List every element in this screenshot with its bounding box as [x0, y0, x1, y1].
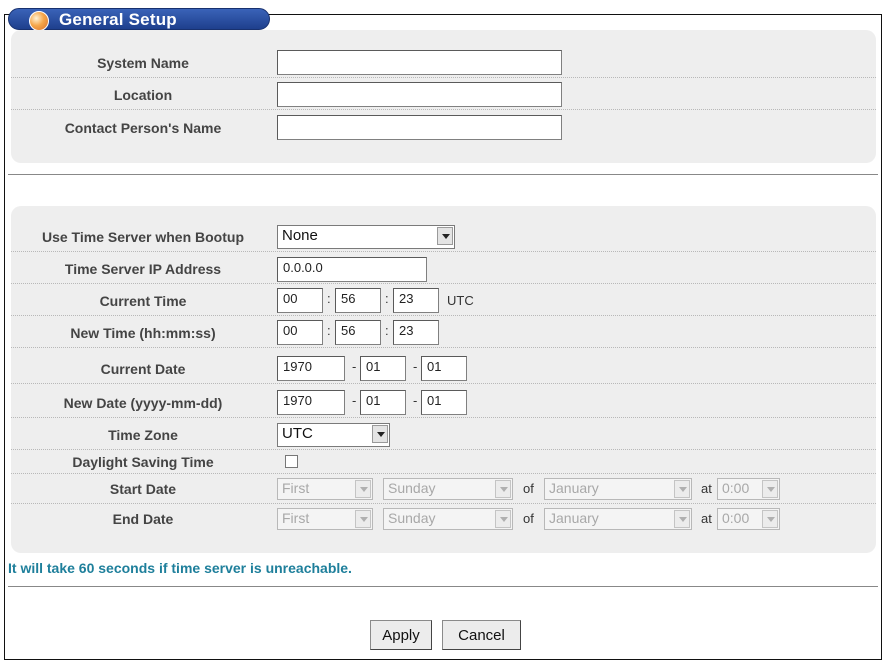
end-day-select[interactable]: Sunday: [383, 508, 513, 530]
current-date-yyyy[interactable]: 1970: [277, 356, 345, 381]
apply-button[interactable]: Apply: [370, 620, 432, 650]
colon-separator: :: [385, 291, 389, 306]
chevron-down-icon: [355, 480, 371, 498]
chevron-down-icon: [355, 510, 371, 528]
current-time-row: Current Time 00 : 56 : 23 UTC: [11, 286, 876, 316]
new-date-mm[interactable]: 01: [360, 390, 406, 415]
new-time-row: New Time (hh:mm:ss) 00 : 56 : 23: [11, 318, 876, 348]
time-server-ip-row: Time Server IP Address 0.0.0.0: [11, 254, 876, 284]
end-date-row: End Date First Sunday of January at 0:00: [11, 504, 876, 534]
end-time-value: 0:00: [722, 510, 750, 526]
dst-checkbox[interactable]: [285, 455, 298, 468]
end-month-select[interactable]: January: [544, 508, 692, 530]
contact-row: Contact Person's Name: [11, 113, 876, 143]
new-date-yyyy[interactable]: 1970: [277, 390, 345, 415]
current-date-label: Current Date: [100, 361, 186, 377]
at-text: at: [701, 481, 712, 496]
time-server-value: None: [282, 227, 318, 244]
end-time-select[interactable]: 0:00: [717, 508, 780, 530]
current-date-dd[interactable]: 01: [421, 356, 467, 381]
dash-separator: -: [352, 393, 357, 408]
dst-row: Daylight Saving Time: [11, 450, 876, 474]
chevron-down-icon: [762, 480, 778, 498]
divider: [8, 174, 878, 175]
of-text: of: [523, 511, 534, 526]
colon-separator: :: [327, 291, 331, 306]
location-field[interactable]: [277, 82, 562, 107]
time-zone-value: UTC: [282, 425, 313, 442]
new-time-hh[interactable]: 00: [277, 320, 323, 345]
system-name-label: System Name: [97, 55, 189, 71]
colon-separator: :: [327, 323, 331, 338]
time-server-label: Use Time Server when Bootup: [41, 229, 244, 245]
start-time-value: 0:00: [722, 480, 750, 496]
contact-field[interactable]: [277, 115, 562, 140]
start-date-row: Start Date First Sunday of January at 0:…: [11, 474, 876, 504]
at-text: at: [701, 511, 712, 526]
colon-separator: :: [385, 323, 389, 338]
current-date-mm[interactable]: 01: [360, 356, 406, 381]
time-server-note: It will take 60 seconds if time server i…: [8, 560, 352, 576]
end-month-value: January: [549, 510, 599, 526]
end-week-value: First: [282, 510, 310, 526]
general-panel: System Name Location Contact Person's Na…: [11, 30, 876, 163]
orb-icon: [29, 11, 49, 31]
previous-content-cutoff: [0, 0, 887, 6]
new-time-ss[interactable]: 23: [393, 320, 439, 345]
system-name-field[interactable]: [277, 50, 562, 75]
chevron-down-icon: [674, 510, 690, 528]
chevron-down-icon: [437, 227, 453, 245]
chevron-down-icon: [495, 480, 511, 498]
time-server-ip-label: Time Server IP Address: [64, 261, 222, 277]
current-date-row: Current Date 1970 - 01 - 01: [11, 354, 876, 384]
start-week-select[interactable]: First: [277, 478, 373, 500]
current-time-ss[interactable]: 23: [393, 288, 439, 313]
contact-label: Contact Person's Name: [64, 120, 222, 136]
chevron-down-icon: [762, 510, 778, 528]
dash-separator: -: [413, 359, 418, 374]
divider: [8, 586, 878, 587]
location-row: Location: [11, 80, 876, 110]
system-name-row: System Name: [11, 48, 876, 78]
start-month-select[interactable]: January: [544, 478, 692, 500]
time-server-select[interactable]: None: [277, 225, 455, 249]
cancel-button[interactable]: Cancel: [442, 620, 521, 650]
page-title: General Setup: [59, 10, 177, 29]
current-time-hh[interactable]: 00: [277, 288, 323, 313]
new-date-dd[interactable]: 01: [421, 390, 467, 415]
chevron-down-icon: [495, 510, 511, 528]
chevron-down-icon: [372, 425, 388, 443]
start-day-select[interactable]: Sunday: [383, 478, 513, 500]
start-month-value: January: [549, 480, 599, 496]
dst-label: Daylight Saving Time: [72, 454, 214, 470]
time-server-row: Use Time Server when Bootup None: [11, 222, 876, 252]
of-text: of: [523, 481, 534, 496]
time-panel: Use Time Server when Bootup None Time Se…: [11, 206, 876, 553]
new-time-mm[interactable]: 56: [335, 320, 381, 345]
new-date-label: New Date (yyyy-mm-dd): [63, 395, 223, 411]
time-zone-label: Time Zone: [108, 427, 178, 443]
new-date-row: New Date (yyyy-mm-dd) 1970 - 01 - 01: [11, 388, 876, 418]
current-time-mm[interactable]: 56: [335, 288, 381, 313]
time-zone-row: Time Zone UTC: [11, 420, 876, 450]
chevron-down-icon: [674, 480, 690, 498]
location-label: Location: [113, 87, 173, 103]
time-zone-select[interactable]: UTC: [277, 423, 390, 447]
current-time-label: Current Time: [99, 293, 187, 309]
start-day-value: Sunday: [388, 480, 436, 496]
page-title-bar: General Setup: [8, 8, 270, 31]
start-date-label: Start Date: [109, 481, 177, 497]
start-week-value: First: [282, 480, 310, 496]
start-time-select[interactable]: 0:00: [717, 478, 780, 500]
end-date-label: End Date: [112, 511, 174, 527]
time-server-ip-field[interactable]: 0.0.0.0: [277, 257, 427, 282]
time-unit: UTC: [447, 293, 474, 308]
dash-separator: -: [352, 359, 357, 374]
end-day-value: Sunday: [388, 510, 436, 526]
new-time-label: New Time (hh:mm:ss): [70, 325, 216, 341]
dash-separator: -: [413, 393, 418, 408]
end-week-select[interactable]: First: [277, 508, 373, 530]
